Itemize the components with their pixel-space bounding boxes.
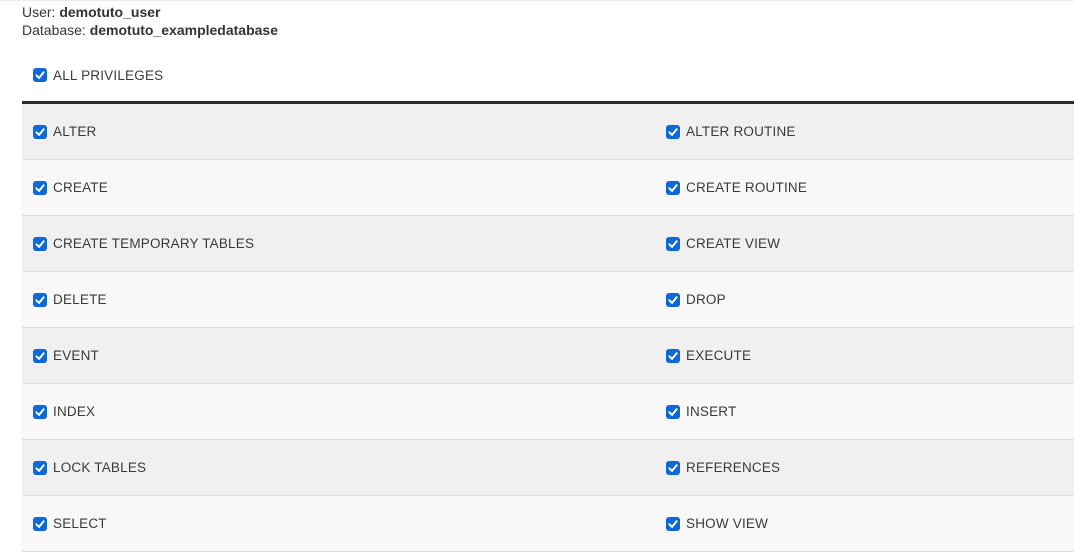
index-checkbox[interactable]	[33, 404, 47, 419]
create-view-checkbox[interactable]	[666, 236, 680, 251]
context-info: User: demotuto_user Database: demotuto_e…	[22, 3, 1074, 39]
create-temporary-tables-checkbox[interactable]	[33, 236, 47, 251]
privilege-cell: ALTER	[22, 124, 655, 139]
privilege-row: CREATE CREATE ROUTINE	[22, 160, 1074, 216]
check-icon	[35, 127, 45, 136]
check-icon	[35, 295, 45, 304]
create-routine-checkbox[interactable]	[666, 180, 680, 195]
privilege-row: INDEX INSERT	[22, 384, 1074, 440]
privilege-cell: CREATE ROUTINE	[655, 180, 1074, 195]
check-icon	[35, 351, 45, 360]
references-label: REFERENCES	[686, 460, 781, 475]
create-label: CREATE	[53, 180, 108, 195]
check-icon	[668, 183, 678, 192]
check-icon	[668, 239, 678, 248]
privileges-table: ALTER ALTER ROUTINE CREATE CREATE ROUTIN…	[22, 104, 1074, 552]
privilege-cell: CREATE TEMPORARY TABLES	[22, 236, 655, 251]
privilege-cell: CREATE VIEW	[655, 236, 1074, 251]
insert-label: INSERT	[686, 404, 737, 419]
privilege-row: CREATE TEMPORARY TABLES CREATE VIEW	[22, 216, 1074, 272]
create-temporary-tables-label: CREATE TEMPORARY TABLES	[53, 236, 255, 251]
check-icon	[668, 463, 678, 472]
event-checkbox[interactable]	[33, 348, 47, 363]
drop-checkbox[interactable]	[666, 292, 680, 307]
lock-tables-checkbox[interactable]	[33, 460, 47, 475]
delete-label: DELETE	[53, 292, 107, 307]
all-privileges-label: ALL PRIVILEGES	[53, 67, 164, 83]
alter-routine-label: ALTER ROUTINE	[686, 124, 796, 139]
privilege-row: DELETE DROP	[22, 272, 1074, 328]
event-label: EVENT	[53, 348, 100, 363]
create-checkbox[interactable]	[33, 180, 47, 195]
check-icon	[35, 183, 45, 192]
database-value: demotuto_exampledatabase	[89, 22, 279, 38]
check-icon	[668, 407, 678, 416]
delete-checkbox[interactable]	[33, 292, 47, 307]
all-privileges-checkbox[interactable]	[33, 68, 47, 82]
create-routine-label: CREATE ROUTINE	[686, 180, 808, 195]
lock-tables-label: LOCK TABLES	[53, 460, 147, 475]
create-view-label: CREATE VIEW	[686, 236, 781, 251]
privilege-cell: ALTER ROUTINE	[655, 124, 1074, 139]
privilege-row: SELECT SHOW VIEW	[22, 496, 1074, 552]
privilege-cell: CREATE	[22, 180, 655, 195]
privileges-panel: User: demotuto_user Database: demotuto_e…	[0, 3, 1074, 552]
check-icon	[668, 351, 678, 360]
execute-label: EXECUTE	[686, 348, 752, 363]
privilege-cell: EVENT	[22, 348, 655, 363]
select-checkbox[interactable]	[33, 516, 47, 531]
privilege-row: EVENT EXECUTE	[22, 328, 1074, 384]
drop-label: DROP	[686, 292, 726, 307]
database-label: Database:	[22, 22, 86, 38]
check-icon	[35, 407, 45, 416]
alter-routine-checkbox[interactable]	[666, 124, 680, 139]
all-privileges-row: ALL PRIVILEGES	[33, 67, 1074, 83]
privilege-cell: DROP	[655, 292, 1074, 307]
check-icon	[668, 519, 678, 528]
check-icon	[35, 519, 45, 528]
check-icon	[35, 71, 45, 79]
select-label: SELECT	[53, 516, 107, 531]
database-line: Database: demotuto_exampledatabase	[22, 21, 1074, 39]
privilege-cell: REFERENCES	[655, 460, 1074, 475]
privilege-cell: SELECT	[22, 516, 655, 531]
privilege-cell: EXECUTE	[655, 348, 1074, 363]
privilege-row: ALTER ALTER ROUTINE	[22, 104, 1074, 160]
user-value: demotuto_user	[59, 4, 161, 20]
index-label: INDEX	[53, 404, 96, 419]
privilege-cell: INDEX	[22, 404, 655, 419]
check-icon	[35, 463, 45, 472]
privilege-cell: SHOW VIEW	[655, 516, 1074, 531]
execute-checkbox[interactable]	[666, 348, 680, 363]
show-view-label: SHOW VIEW	[686, 516, 769, 531]
insert-checkbox[interactable]	[666, 404, 680, 419]
check-icon	[35, 239, 45, 248]
privilege-row: LOCK TABLES REFERENCES	[22, 440, 1074, 496]
privilege-cell: DELETE	[22, 292, 655, 307]
check-icon	[668, 127, 678, 136]
user-label: User:	[22, 4, 56, 20]
references-checkbox[interactable]	[666, 460, 680, 475]
alter-label: ALTER	[53, 124, 97, 139]
alter-checkbox[interactable]	[33, 124, 47, 139]
privilege-cell: LOCK TABLES	[22, 460, 655, 475]
user-line: User: demotuto_user	[22, 3, 1074, 21]
show-view-checkbox[interactable]	[666, 516, 680, 531]
privilege-cell: INSERT	[655, 404, 1074, 419]
check-icon	[668, 295, 678, 304]
